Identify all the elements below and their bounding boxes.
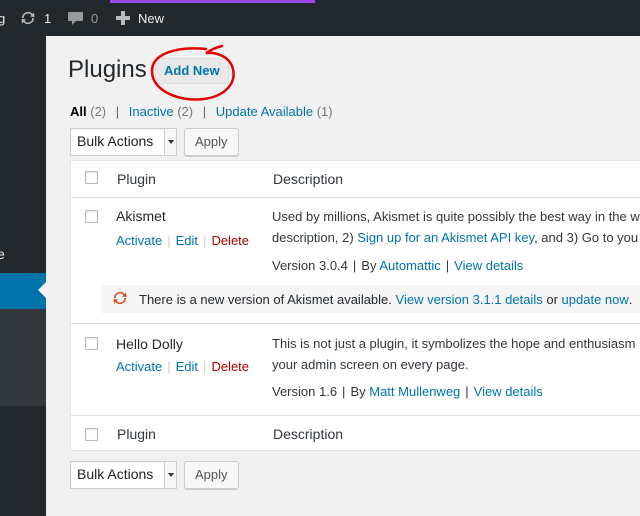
site-name-fragment: g (0, 10, 6, 26)
activate-link[interactable]: Activate (116, 233, 162, 248)
bulk-actions-select[interactable]: Bulk Actions (70, 128, 177, 156)
sidebar-menu-fragment[interactable]: e (0, 246, 5, 262)
apply-button[interactable]: Apply (184, 128, 239, 156)
apply-button[interactable]: Apply (184, 461, 239, 489)
description-line: Used by millions, Akismet is quite possi… (272, 209, 640, 224)
bulk-actions-value: Bulk Actions (77, 466, 154, 482)
plus-icon (116, 11, 130, 25)
table-header: Plugin Description (71, 161, 640, 198)
table-footer: Plugin Description (71, 415, 640, 452)
description-line: This is not just a plugin, it symbolizes… (272, 336, 636, 351)
filter-inactive-count: (2) (177, 104, 194, 119)
api-key-signup-link[interactable]: Sign up for an Akismet API key (357, 230, 534, 245)
by-label: By (350, 384, 366, 399)
plugin-version: Version 1.6 (272, 384, 338, 399)
description-line: your admin screen on every page. (272, 357, 469, 372)
column-description: Description (273, 426, 344, 442)
view-details-link[interactable]: View details (454, 258, 523, 273)
select-all-checkbox[interactable] (85, 428, 98, 441)
filter-all-count: (2) (90, 104, 107, 119)
filter-all-link[interactable]: All (70, 104, 87, 119)
comments-count: 0 (91, 10, 99, 26)
edit-link[interactable]: Edit (176, 359, 198, 374)
filter-separator: | (115, 104, 120, 119)
description-text: description, 2) (272, 230, 358, 245)
filter-separator: | (202, 104, 207, 119)
updates-link[interactable]: 1 (19, 0, 51, 36)
update-now-link[interactable]: update now (562, 292, 629, 307)
plugins-table: Plugin Description Akismet Activate | Edit… (70, 160, 640, 451)
view-details-link[interactable]: View details (474, 384, 543, 399)
bulk-actions-value: Bulk Actions (77, 133, 154, 149)
plugin-description: This is not just a plugin, it symbolizes… (272, 333, 635, 375)
column-plugin[interactable]: Plugin (117, 426, 156, 442)
update-notice-text: There is a new version of Akismet availa… (139, 291, 392, 307)
site-name-link[interactable]: g (0, 0, 5, 36)
chevron-down-icon (164, 462, 176, 488)
filter-update-available-count: (1) (316, 104, 333, 119)
update-notice: There is a new version of Akismet availa… (101, 285, 640, 313)
author-link[interactable]: Automattic (379, 258, 440, 273)
bulk-actions-select[interactable]: Bulk Actions (70, 461, 177, 489)
column-plugin[interactable]: Plugin (117, 171, 156, 187)
chevron-down-icon (164, 129, 176, 155)
table-row: Hello Dolly Activate | Edit | Delete This is… (71, 323, 640, 416)
filter-update-available-link[interactable]: Update Available (216, 104, 313, 119)
bulk-actions-top: Bulk Actions Apply (70, 128, 239, 156)
updates-count: 1 (44, 10, 52, 26)
sidebar-submenu[interactable] (0, 309, 46, 406)
select-all-checkbox[interactable] (85, 171, 98, 184)
plugin-description: Used by millions, Akismet is quite possi… (272, 206, 640, 248)
column-description: Description (273, 171, 344, 187)
view-version-details-link[interactable]: View version 3.1.1 details (396, 292, 543, 307)
sidebar-active-notch (38, 281, 47, 299)
description-line: description, 2) Sign up for an Akismet A… (272, 227, 640, 248)
update-refresh-icon (111, 289, 129, 310)
by-label: By (361, 258, 377, 273)
activate-link[interactable]: Activate (116, 359, 162, 374)
plugin-version-line: Version 3.0.4 | By Automattic | View details (272, 258, 524, 273)
plugin-name: Akismet (116, 208, 166, 224)
row-actions: Activate | Edit | Delete (116, 359, 250, 374)
admin-bar: g 1 0 New (0, 0, 640, 36)
row-actions: Activate | Edit | Delete (116, 233, 250, 248)
edit-link[interactable]: Edit (176, 233, 198, 248)
update-notice-or: or (546, 291, 558, 307)
new-label: New (138, 10, 165, 26)
plugin-checkbox[interactable] (85, 337, 98, 350)
comment-icon (67, 10, 84, 26)
plugin-status-filters: All (2) | Inactive (2) | Update Availabl… (70, 104, 333, 119)
description-text: , and 3) Go to you (534, 230, 639, 245)
updates-icon (19, 10, 37, 26)
new-content-link[interactable]: New (116, 0, 164, 36)
update-notice-end: . (628, 291, 633, 307)
plugin-version: Version 3.0.4 (272, 258, 348, 273)
author-link[interactable]: Matt Mullenweg (369, 384, 460, 399)
filter-inactive-link[interactable]: Inactive (129, 104, 174, 119)
comments-link[interactable]: 0 (67, 0, 98, 36)
page-title: Plugins (68, 56, 147, 83)
red-circle-annotation (150, 44, 235, 101)
admin-sidebar: e (0, 36, 47, 516)
plugin-version-line: Version 1.6 | By Matt Mullenweg | View detai… (272, 384, 543, 399)
delete-link[interactable]: Delete (211, 233, 249, 248)
plugin-checkbox[interactable] (85, 210, 98, 223)
bulk-actions-bottom: Bulk Actions Apply (70, 461, 239, 489)
delete-link[interactable]: Delete (211, 359, 249, 374)
plugin-name: Hello Dolly (116, 336, 183, 352)
